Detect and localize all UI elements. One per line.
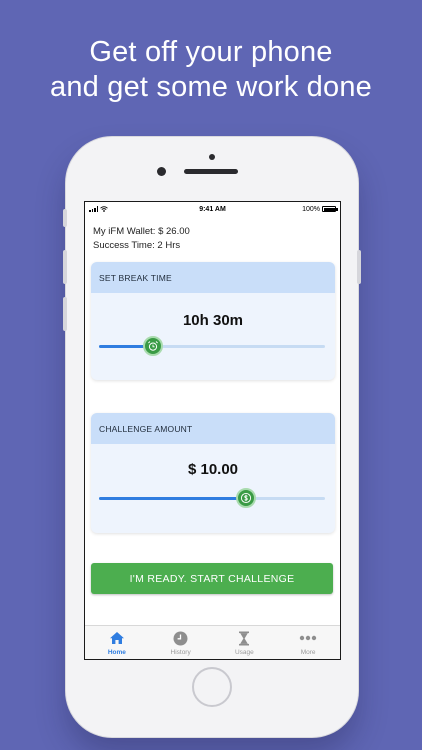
dollar-coin-icon	[240, 492, 251, 504]
tab-bar: Home History Usage More	[85, 625, 340, 659]
status-time: 9:41 AM	[199, 205, 226, 213]
phone-sensor	[209, 154, 215, 160]
challenge-amount-title: CHALLENGE AMOUNT	[91, 413, 335, 444]
alarm-clock-icon	[148, 341, 159, 351]
app-screen: 9:41 AM 100% My iFM Wallet: $ 26.00 Succ…	[84, 201, 341, 660]
phone-side-button	[63, 250, 67, 284]
tab-more[interactable]: More	[276, 626, 340, 659]
break-time-slider-thumb[interactable]	[143, 336, 164, 356]
break-time-value: 10h 30m	[182, 312, 244, 329]
challenge-amount-card: CHALLENGE AMOUNT $ 10.00	[91, 413, 335, 533]
tab-label: More	[300, 649, 316, 656]
wallet-balance: My iFM Wallet: $ 26.00	[93, 226, 190, 237]
success-label: Success Time:	[93, 240, 155, 251]
wallet-value: $ 26.00	[158, 226, 190, 237]
break-time-slider[interactable]	[99, 336, 325, 356]
clock-icon	[172, 630, 190, 646]
challenge-amount-slider-thumb[interactable]	[235, 488, 256, 508]
tab-label: History	[170, 649, 191, 656]
success-time: Success Time: 2 Hrs	[93, 240, 180, 251]
tab-label: Usage	[234, 649, 254, 656]
challenge-amount-slider-fill	[99, 497, 246, 500]
phone-side-button	[357, 250, 361, 284]
tab-history[interactable]: History	[149, 626, 213, 659]
tab-home[interactable]: Home	[85, 626, 149, 659]
phone-camera	[157, 167, 166, 176]
battery-icon	[322, 206, 338, 212]
headline-line-2: and get some work done	[50, 71, 372, 103]
hourglass-icon	[235, 630, 253, 646]
home-icon	[108, 630, 126, 646]
start-challenge-button[interactable]: I'M READY. START CHALLENGE	[91, 563, 333, 594]
success-value: 2 Hrs	[157, 240, 181, 251]
break-time-title: SET BREAK TIME	[91, 262, 335, 293]
challenge-amount-slider[interactable]	[99, 488, 325, 508]
tab-label: Home	[107, 649, 126, 656]
more-icon	[299, 630, 317, 646]
phone-speaker	[184, 169, 238, 174]
break-time-card: SET BREAK TIME 10h 30m	[91, 262, 335, 380]
headline-line-1: Get off your phone	[89, 36, 333, 68]
challenge-amount-value: $ 10.00	[187, 461, 239, 478]
tab-usage[interactable]: Usage	[213, 626, 277, 659]
status-bar: 9:41 AM 100%	[85, 202, 340, 216]
phone-side-button	[63, 209, 67, 227]
phone-frame: 9:41 AM 100% My iFM Wallet: $ 26.00 Succ…	[63, 137, 361, 737]
phone-home-button[interactable]	[192, 667, 232, 707]
wallet-label: My iFM Wallet:	[93, 226, 156, 237]
phone-side-button	[63, 297, 67, 331]
